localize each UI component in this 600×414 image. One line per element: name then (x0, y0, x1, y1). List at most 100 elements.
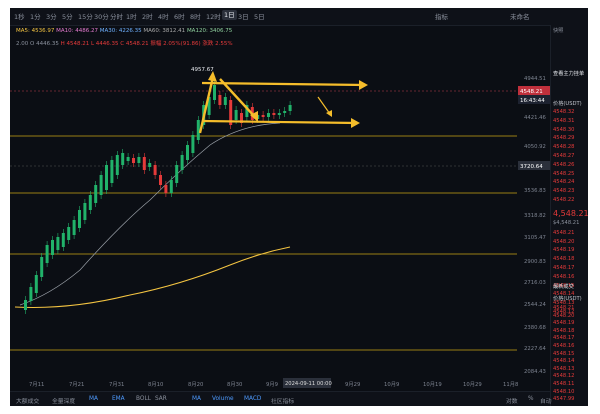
candle-body (180, 155, 184, 170)
arrowhead (326, 110, 332, 117)
svg-text:16:43:44: 16:43:44 (520, 98, 545, 104)
candle-body (153, 165, 157, 175)
candle-body (61, 233, 65, 247)
bottom-item-9[interactable]: 社区指标 (271, 396, 294, 405)
timeframe-6[interactable]: 分时 (110, 11, 123, 21)
candle-body (94, 185, 98, 203)
trade-price: 4548.10 (553, 388, 575, 395)
svg-text:4548.21: 4548.21 (520, 89, 543, 95)
svg-text:3720.64: 3720.64 (520, 164, 543, 170)
timeframe-9[interactable]: 4时 (158, 11, 169, 21)
candle-body (175, 165, 179, 183)
bottom-item-7[interactable]: Volume (212, 396, 234, 402)
timeframe-4[interactable]: 15分 (78, 11, 93, 21)
trade-price: 4548.13 (553, 365, 575, 372)
timeframe-3[interactable]: 5分 (62, 11, 73, 21)
timeframe-11[interactable]: 8时 (190, 11, 201, 21)
orderbook-header: 价格(USDT) (553, 101, 582, 107)
timeframe-10[interactable]: 6时 (174, 11, 185, 21)
bottom-item-3[interactable]: EMA (112, 396, 125, 402)
candle-body (169, 180, 173, 193)
y-tick-label: 3318.82 (524, 213, 546, 219)
timeframe-14[interactable]: 3日 (238, 11, 249, 21)
ask-price: 4548.24 (553, 179, 575, 186)
candle-body (24, 300, 27, 310)
x-tick-label: 7月21 (69, 381, 84, 388)
timeframe-8[interactable]: 2时 (142, 11, 153, 21)
x-tick-label: 7月31 (109, 381, 124, 388)
bid-price: 4548.17 (553, 265, 575, 271)
bottom-item-12[interactable]: 自动 (540, 396, 552, 405)
candle-body (105, 165, 108, 190)
countdown-tag: 16:43:44 (518, 95, 550, 104)
timeframe-15[interactable]: 5日 (254, 11, 265, 21)
x-tick-label: 10月9 (384, 381, 399, 388)
candle-body (51, 240, 54, 255)
candlestick-chart[interactable]: 4957.67 4944.514678.534421.464050.923790… (10, 25, 550, 391)
bid-price: 4548.21 (553, 229, 575, 236)
y-tick-label: 4944.51 (524, 76, 546, 82)
timeframe-2[interactable]: 3分 (46, 11, 57, 21)
timeframe-0[interactable]: 1秒 (14, 11, 25, 21)
ask-price: 4548.27 (553, 153, 575, 159)
arrowhead (359, 80, 368, 90)
candle-body (34, 275, 38, 293)
trade-price: 4548.17 (553, 335, 575, 342)
x-tick-label: 9月9 (266, 381, 278, 388)
trade-price: 4548.21 (553, 305, 575, 311)
crosshair-date-tag: 2024-09-11 00:00 (283, 378, 332, 388)
ask-price: 4548.30 (553, 126, 575, 133)
candle-body (186, 145, 189, 160)
x-tick-label: 10月29 (463, 381, 482, 388)
candle-body (196, 120, 200, 140)
trade-price: 4548.14 (553, 358, 575, 365)
candle-body (88, 195, 92, 210)
candle-body (159, 175, 162, 185)
bottom-item-8[interactable]: MACD (244, 396, 261, 402)
projection-arrow (317, 96, 331, 115)
bottom-item-2[interactable]: MA (89, 396, 98, 402)
timeframe-13[interactable]: 1日 (222, 10, 237, 20)
y-tick-label: 2544.24 (524, 302, 547, 308)
bottom-item-11[interactable]: % (528, 396, 534, 402)
up-move-arrow (198, 76, 215, 134)
ask-price: 4548.31 (553, 117, 575, 124)
candle-body (213, 85, 216, 100)
ask-price: 4548.22 (553, 197, 575, 203)
candle-body (67, 227, 71, 240)
bid-price: 4548.16 (553, 273, 575, 280)
bottom-item-0[interactable]: 大额成交 (16, 396, 39, 405)
candle-body (78, 210, 81, 228)
ma120-line (14, 246, 291, 309)
y-tick-label: 2084.43 (524, 369, 546, 375)
timeframe-5[interactable]: 30分 (94, 11, 109, 21)
candle-body (115, 155, 119, 175)
last-price-tag: 4548.21 (518, 86, 550, 95)
trade-price: 4548.16 (553, 343, 575, 349)
timeframe-toolbar: 1秒 1分 3分 5分 15分 30分 分时 1时 2时 4时 6时 8时 12时 1日 3日 5日 指标 未命名 (10, 8, 588, 26)
x-tick-label: 7月11 (29, 381, 44, 388)
candle-body (267, 113, 270, 117)
bottom-item-4[interactable]: BOLL (136, 396, 151, 402)
bottom-item-5[interactable]: SAR (155, 396, 167, 402)
indicators-button[interactable]: 指标 (435, 11, 448, 21)
timeframe-7[interactable]: 1时 (126, 11, 137, 21)
ask-price: 4548.25 (553, 170, 575, 177)
bottom-item-6[interactable]: MA (192, 396, 201, 402)
bid-price: 4548.19 (553, 247, 575, 254)
y-tick-label: 2380.68 (524, 325, 547, 331)
bottom-item-10[interactable]: 对数 (506, 396, 518, 405)
ask-price: 4548.23 (553, 188, 575, 195)
layout-name[interactable]: 未命名 (510, 11, 530, 21)
candle-body (261, 115, 265, 117)
ask-price: 4548.28 (553, 144, 575, 151)
x-tick-label: 8月20 (188, 381, 204, 388)
x-tick-label: 11月8 (503, 381, 519, 388)
y-tick-label: 2716.03 (524, 280, 546, 286)
trade-price: 4547.99 (553, 396, 575, 403)
candle-body (164, 185, 168, 193)
timeframe-1[interactable]: 1分 (30, 11, 41, 21)
candle-body (223, 97, 227, 105)
bottom-item-1[interactable]: 全量深度 (52, 396, 75, 405)
timeframe-12[interactable]: 12时 (206, 11, 221, 21)
